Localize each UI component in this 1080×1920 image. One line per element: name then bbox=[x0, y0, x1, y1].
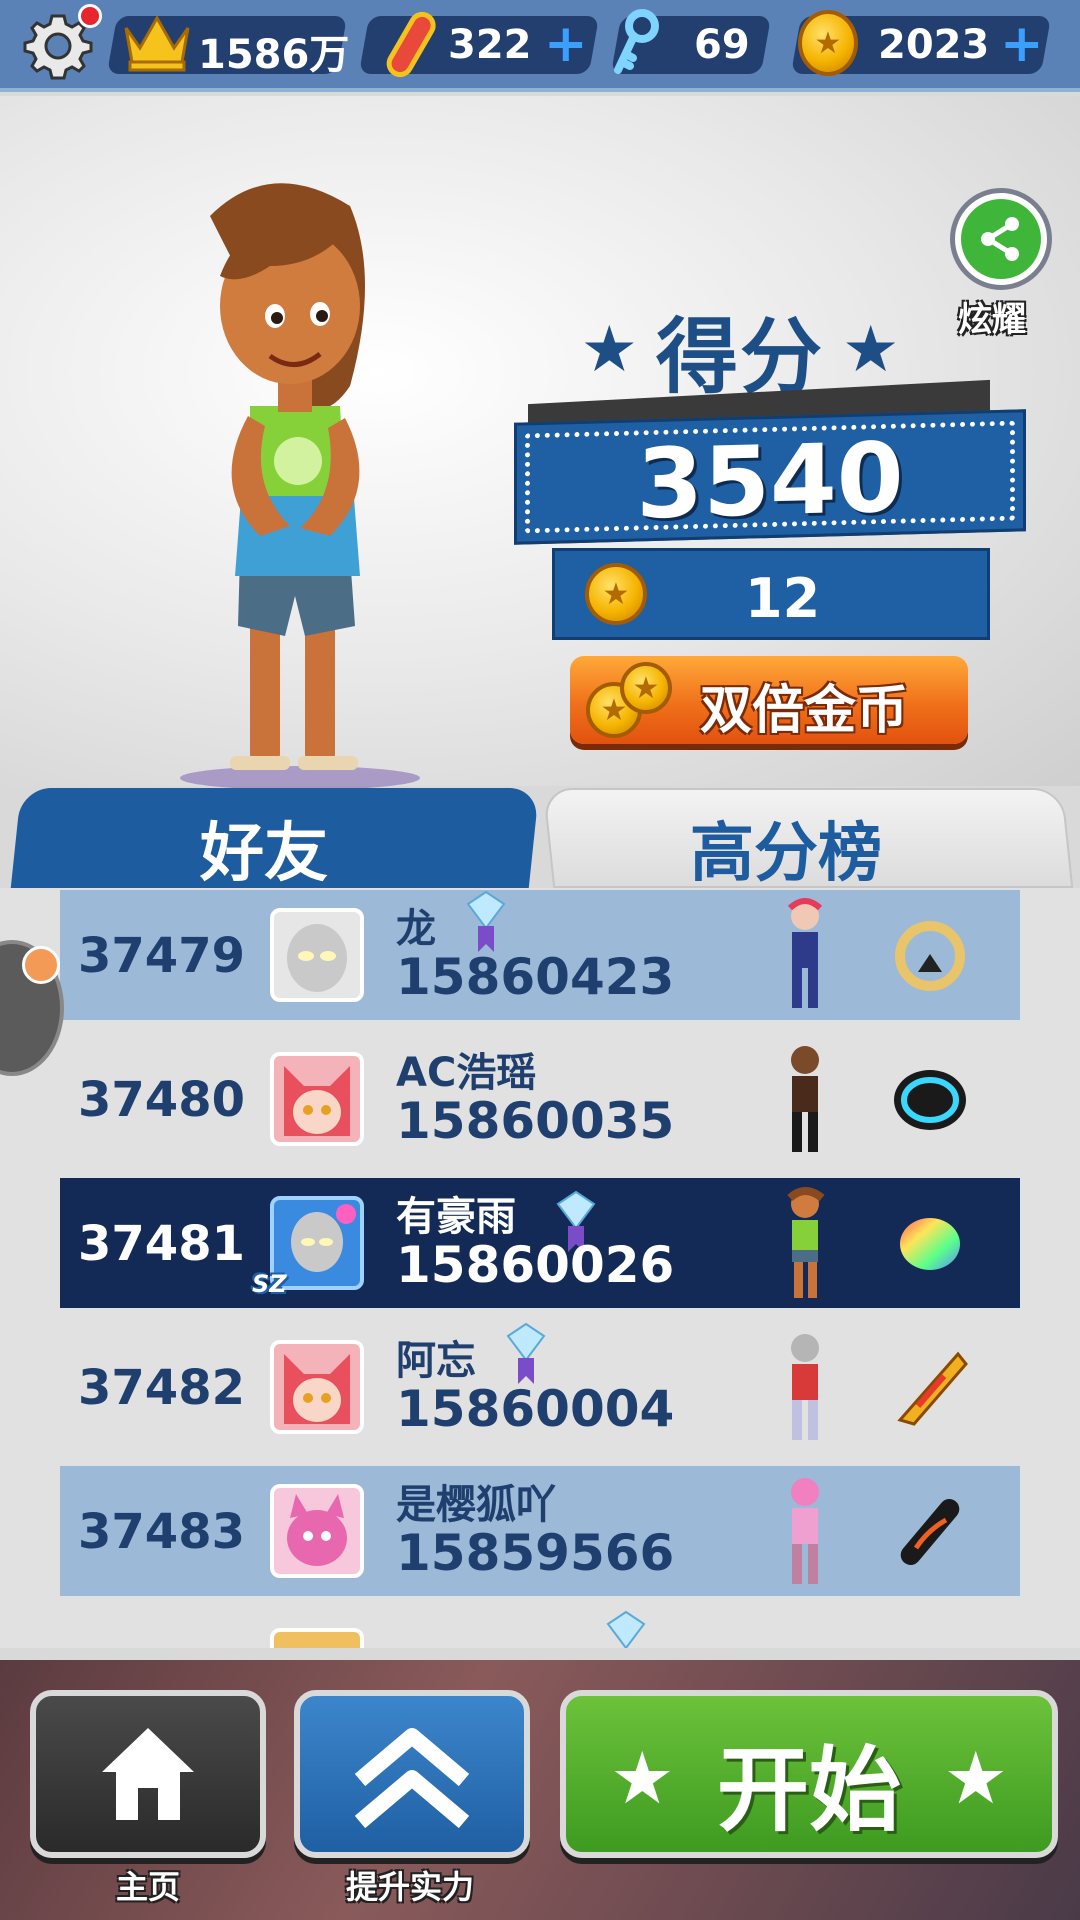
score-box: 3540 bbox=[514, 409, 1026, 545]
double-coins-label: 双倍金币 bbox=[700, 681, 909, 741]
diamond-badge-icon bbox=[466, 890, 506, 952]
character-icon bbox=[787, 1187, 825, 1298]
add-boards-plus-icon[interactable]: + bbox=[544, 18, 588, 70]
row-score: 15859566 bbox=[396, 1524, 675, 1582]
row-score: 15860035 bbox=[396, 1092, 675, 1150]
character-icon bbox=[791, 1334, 819, 1440]
player-character-figure bbox=[180, 183, 420, 790]
double-chevron-up-icon bbox=[354, 1728, 470, 1829]
share-label: 炫耀 bbox=[958, 300, 1026, 340]
tab-high-scores-label: 高分榜 bbox=[690, 817, 882, 891]
score-value: 3540 bbox=[636, 421, 904, 541]
hoverboard-icon bbox=[894, 1070, 966, 1130]
home-button[interactable] bbox=[30, 1690, 266, 1858]
row-score: 15860004 bbox=[396, 1380, 675, 1438]
star-icon: ★ bbox=[842, 312, 900, 387]
upgrade-label: 提升实力 bbox=[346, 1868, 475, 1906]
avatar bbox=[270, 1628, 364, 1648]
leaderboard-list[interactable]: 37479 龙 15860423 37480 AC浩瑶 15860035 374… bbox=[0, 888, 1080, 1648]
avatar bbox=[270, 1340, 364, 1434]
diamond-badge-icon bbox=[506, 1322, 546, 1384]
keys-value: 69 bbox=[694, 22, 750, 68]
notification-dot bbox=[78, 4, 102, 28]
top-currency-bar: 1586万 322 + 69 2023 + bbox=[0, 0, 1080, 92]
row-score: 15860423 bbox=[396, 948, 675, 1006]
row-score: 15860026 bbox=[396, 1236, 675, 1294]
table-row[interactable]: 37479 龙 15860423 bbox=[60, 890, 1020, 1020]
key-icon bbox=[614, 9, 659, 74]
table-row-current-player[interactable]: 37481 SZ 有豪雨 15860026 bbox=[60, 1178, 1020, 1308]
row-player-name: 是樱狐吖 bbox=[396, 1482, 556, 1528]
add-coins-plus-icon[interactable]: + bbox=[1000, 18, 1044, 70]
hoverboard-icon bbox=[895, 921, 965, 991]
share-button[interactable] bbox=[950, 188, 1052, 290]
coin-icon bbox=[585, 563, 647, 625]
table-row[interactable]: 37480 AC浩瑶 15860035 bbox=[60, 1034, 1020, 1164]
row-rank: 37483 bbox=[78, 1504, 245, 1560]
boards-value: 322 bbox=[448, 22, 532, 68]
row-rank: 37482 bbox=[78, 1360, 245, 1416]
character-icon bbox=[791, 1046, 819, 1152]
double-coins-button[interactable]: 双倍金币 bbox=[570, 656, 968, 744]
crown-value: 1586万 bbox=[198, 32, 350, 78]
row-rank: 37481 bbox=[78, 1216, 245, 1272]
avatar bbox=[270, 1484, 364, 1578]
star-icon: ★ bbox=[943, 1736, 1008, 1820]
hoverboard-icon bbox=[897, 1351, 968, 1426]
character-icon bbox=[791, 1478, 819, 1584]
row-player-name: 有豪雨 bbox=[396, 1194, 516, 1240]
table-row[interactable]: 37482 阿忘 15860004 bbox=[60, 1322, 1020, 1452]
coins-value: 2023 bbox=[878, 22, 990, 68]
diamond-badge-icon bbox=[606, 1610, 646, 1648]
row-player-name: 阿忘 bbox=[396, 1338, 476, 1384]
row-player-name: 龙 bbox=[396, 906, 436, 952]
table-row[interactable]: 37483 是樱狐吖 15859566 bbox=[60, 1466, 1020, 1596]
table-row-partial[interactable] bbox=[60, 1610, 1020, 1648]
start-button[interactable]: ★ 开始 ★ bbox=[560, 1690, 1058, 1858]
home-icon bbox=[102, 1728, 194, 1820]
star-icon: ★ bbox=[580, 312, 638, 387]
coin-icon bbox=[620, 662, 672, 714]
hoverboard-icon bbox=[900, 1499, 960, 1565]
avatar-badge: SZ bbox=[252, 1270, 287, 1298]
avatar bbox=[270, 908, 364, 1002]
character-icon bbox=[787, 898, 823, 1008]
home-label: 主页 bbox=[116, 1868, 181, 1906]
row-rank: 37479 bbox=[78, 928, 245, 984]
upgrade-button[interactable] bbox=[294, 1690, 530, 1858]
coins-earned-box: 12 bbox=[552, 548, 990, 640]
row-player-name: AC浩瑶 bbox=[396, 1050, 537, 1096]
hoverboard-icon bbox=[900, 1218, 960, 1270]
row-rank: 37480 bbox=[78, 1072, 245, 1128]
coins-earned-value: 12 bbox=[745, 567, 821, 630]
crown-icon bbox=[124, 14, 190, 72]
hoverboard-icon bbox=[386, 11, 436, 78]
coin-icon bbox=[798, 10, 858, 76]
side-notification-dot bbox=[22, 946, 60, 984]
tab-friends-label: 好友 bbox=[200, 817, 328, 891]
avatar bbox=[270, 1052, 364, 1146]
share-icon bbox=[961, 199, 1041, 279]
